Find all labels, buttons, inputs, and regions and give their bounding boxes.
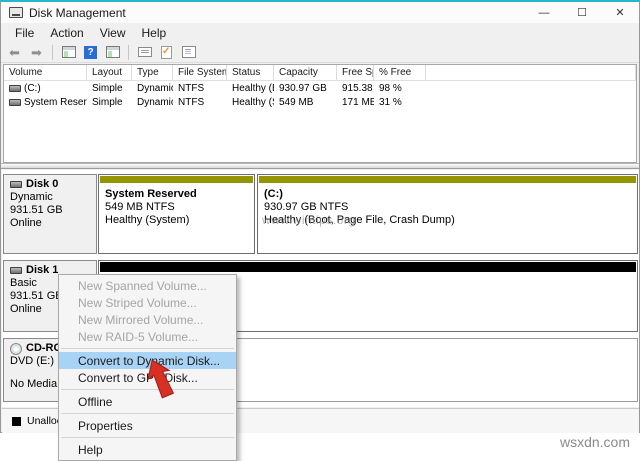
- volume-name: System Reserved (...: [24, 96, 87, 108]
- column-header-free-space[interactable]: Free Spa...: [337, 65, 374, 80]
- simple-volume-band: [100, 176, 253, 183]
- menu-file[interactable]: File: [7, 24, 42, 42]
- back-button[interactable]: ⬅: [5, 44, 24, 61]
- partition-health: Healthy (System): [105, 214, 190, 226]
- column-header-filler: [426, 65, 636, 80]
- menu-item-new-spanned-volume[interactable]: New Spanned Volume...: [59, 277, 236, 294]
- volume-list-header: Volume Layout Type File System Status Ca…: [4, 65, 636, 81]
- volume-row-c[interactable]: (C:) Simple Dynamic NTFS Healthy (B... 9…: [4, 81, 636, 95]
- window-title: Disk Management: [29, 5, 126, 20]
- volume-status: Healthy (S...: [232, 96, 274, 108]
- disk0-label-box[interactable]: Disk 0 Dynamic 931.51 GB Online: [3, 174, 97, 254]
- disk0-status: Online: [10, 217, 42, 229]
- menu-item-help[interactable]: Help: [59, 441, 236, 458]
- menu-item-offline[interactable]: Offline: [59, 393, 236, 410]
- menu-separator: [61, 413, 234, 414]
- menu-view[interactable]: View: [92, 24, 134, 42]
- watermark-corner: wsxdn.com: [559, 434, 630, 450]
- volume-pct-free: 98 %: [379, 82, 402, 94]
- volume-row-system-reserved[interactable]: System Reserved (... Simple Dynamic NTFS…: [4, 95, 636, 109]
- partition-info: 930.97 GB NTFS: [264, 201, 349, 213]
- column-header-type[interactable]: Type: [132, 65, 173, 80]
- column-header-volume[interactable]: Volume: [4, 65, 87, 80]
- menu-bar: File Action View Help: [1, 23, 639, 42]
- menu-help[interactable]: Help: [134, 24, 175, 42]
- disk-icon: [10, 181, 22, 188]
- title-bar: Disk Management — ☐ ✕: [1, 2, 639, 23]
- simple-volume-band: [259, 176, 636, 183]
- menu-item-new-striped-volume[interactable]: New Striped Volume...: [59, 294, 236, 311]
- forward-button[interactable]: ➡: [27, 44, 46, 61]
- volume-file-system: NTFS: [178, 82, 205, 94]
- action-popup-button[interactable]: [135, 44, 154, 61]
- menu-item-properties[interactable]: Properties: [59, 417, 236, 434]
- column-header-layout[interactable]: Layout: [87, 65, 132, 80]
- help-icon: ?: [84, 45, 97, 59]
- volume-icon: [9, 84, 21, 92]
- unallocated-legend-swatch: [12, 416, 21, 426]
- menu-item-convert-to-dynamic-disk[interactable]: Convert to Dynamic Disk...: [59, 352, 236, 369]
- maximize-button[interactable]: ☐: [563, 2, 601, 23]
- menu-separator: [61, 389, 234, 390]
- toolbar-separator: [52, 44, 53, 60]
- column-header-file-system[interactable]: File System: [173, 65, 227, 80]
- disk1-name: Disk 1: [26, 264, 59, 276]
- volume-list: Volume Layout Type File System Status Ca…: [3, 64, 637, 163]
- column-header-pct-free[interactable]: % Free: [374, 65, 426, 80]
- menu-item-new-mirrored-volume[interactable]: New Mirrored Volume...: [59, 311, 236, 328]
- partition-system-reserved[interactable]: System Reserved 549 MB NTFS Healthy (Sys…: [98, 174, 255, 254]
- volume-layout: Simple: [92, 96, 123, 108]
- volume-capacity: 930.97 GB: [279, 82, 327, 94]
- menu-action[interactable]: Action: [42, 24, 91, 42]
- pane-splitter[interactable]: [1, 163, 639, 169]
- show-console-tree-button[interactable]: [59, 44, 78, 61]
- volume-icon: [9, 98, 21, 106]
- column-header-status[interactable]: Status: [227, 65, 274, 80]
- menu-separator: [61, 437, 234, 438]
- volume-name: (C:): [24, 82, 41, 94]
- console-tree-icon: [61, 46, 76, 58]
- column-header-capacity[interactable]: Capacity: [274, 65, 337, 80]
- partition-name: System Reserved: [105, 188, 197, 200]
- properties-button[interactable]: [179, 44, 198, 61]
- toolbar: ⬅ ➡ ? ✓: [1, 42, 639, 63]
- checklist-icon: ✓: [161, 45, 172, 59]
- volume-file-system: NTFS: [178, 96, 205, 108]
- disk0-name: Disk 0: [26, 178, 59, 190]
- properties-panel-icon: [181, 46, 196, 58]
- volume-type: Dynamic: [137, 82, 173, 94]
- volume-free-space: 915.38 GB: [342, 82, 374, 94]
- toolbar-separator: [128, 44, 129, 60]
- help-button[interactable]: ?: [81, 44, 100, 61]
- refresh-tasks-button[interactable]: ✓: [157, 44, 176, 61]
- partition-info: 549 MB NTFS: [105, 201, 175, 213]
- volume-layout: Simple: [92, 82, 123, 94]
- disk-icon: [10, 267, 22, 274]
- disk0-type: Dynamic: [10, 191, 53, 203]
- volume-status: Healthy (B...: [232, 82, 274, 94]
- partition-c[interactable]: (C:) 930.97 GB NTFS Healthy (Boot, Page …: [257, 174, 638, 254]
- partition-name: (C:): [264, 188, 283, 200]
- menu-item-convert-to-gpt-disk[interactable]: Convert to GPT Disk...: [59, 369, 236, 386]
- unallocated-band: [100, 262, 636, 272]
- back-arrow-icon: ⬅: [9, 44, 20, 60]
- volume-pct-free: 31 %: [379, 96, 402, 108]
- app-icon: [9, 7, 23, 18]
- show-hide-pane-button[interactable]: [103, 44, 122, 61]
- menu-item-new-raid5-volume[interactable]: New RAID-5 Volume...: [59, 328, 236, 345]
- cd-disc-icon: [10, 342, 22, 355]
- disk-context-menu: New Spanned Volume... New Striped Volume…: [58, 274, 237, 461]
- volume-capacity: 549 MB: [279, 96, 314, 108]
- menu-separator: [61, 348, 234, 349]
- disk-management-window: Disk Management — ☐ ✕ File Action View H…: [0, 0, 640, 461]
- volume-type: Dynamic: [137, 96, 173, 108]
- forward-arrow-icon: ➡: [31, 44, 42, 60]
- disk0-size: 931.51 GB: [10, 204, 63, 216]
- action-popup-icon: [137, 47, 152, 57]
- minimize-button[interactable]: —: [525, 2, 563, 23]
- volume-free-space: 171 MB: [342, 96, 374, 108]
- partition-health: Healthy (Boot, Page File, Crash Dump): [264, 214, 455, 226]
- close-button[interactable]: ✕: [601, 2, 639, 23]
- console-window-icon: [105, 46, 120, 58]
